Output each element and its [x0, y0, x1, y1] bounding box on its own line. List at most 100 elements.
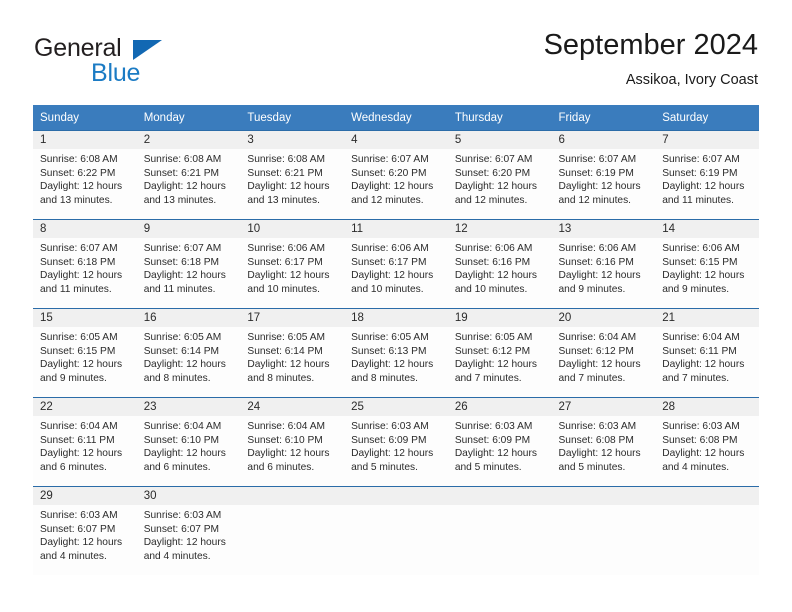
daylight-text-line2: and 11 minutes. [40, 283, 112, 295]
day-cell[interactable]: 13 Sunrise: 6:06 AM Sunset: 6:16 PM Dayligh… [551, 219, 656, 309]
day-cell[interactable]: 20 Sunrise: 6:04 AM Sunset: 6:12 PM Dayligh… [551, 308, 656, 398]
daylight-text-line2: and 7 minutes. [662, 372, 730, 384]
daylight-text-line2: and 11 minutes. [662, 194, 734, 206]
day-cell[interactable]: 28 Sunrise: 6:03 AM Sunset: 6:08 PM Dayligh… [655, 397, 759, 487]
sunrise-text: Sunrise: 6:05 AM [143, 332, 222, 343]
sunrise-text: Sunrise: 6:03 AM [40, 510, 118, 521]
day-cell[interactable]: 12 Sunrise: 6:06 AM Sunset: 6:16 PM Dayligh… [447, 219, 552, 309]
daylight-text-line2: and 4 minutes. [662, 461, 730, 473]
day-number: 22 [33, 398, 137, 416]
logo-text-blue: Blue [91, 59, 141, 87]
weekday-header-monday: Monday [136, 105, 241, 131]
day-number: 11 [344, 220, 448, 238]
daylight-text-line1: Daylight: 12 hours [143, 181, 226, 193]
day-cell[interactable]: 27 Sunrise: 6:03 AM Sunset: 6:08 PM Dayligh… [551, 397, 656, 487]
daylight-text-line1: Daylight: 12 hours [247, 448, 330, 460]
daylight-text-line1: Daylight: 12 hours [351, 181, 434, 193]
daylight-text-line2: and 5 minutes. [558, 461, 626, 473]
day-number: 29 [33, 487, 137, 505]
day-cell[interactable]: 3 Sunrise: 6:08 AM Sunset: 6:21 PM Daylight… [240, 130, 345, 220]
day-number: 5 [447, 131, 552, 149]
daylight-text-line1: Daylight: 12 hours [247, 181, 330, 193]
day-cell[interactable]: 8 Sunrise: 6:07 AM Sunset: 6:18 PM Daylight… [33, 219, 137, 309]
day-number: 17 [240, 309, 345, 327]
day-cell[interactable]: 11 Sunrise: 6:06 AM Sunset: 6:17 PM Dayligh… [344, 219, 448, 309]
day-number: 4 [344, 131, 448, 149]
calendar-body: 1 Sunrise: 6:08 AM Sunset: 6:22 PM Daylight… [33, 130, 759, 575]
sunrise-text: Sunrise: 6:04 AM [40, 421, 118, 432]
daylight-text-line1: Daylight: 12 hours [558, 448, 641, 460]
day-cell[interactable]: 29 Sunrise: 6:03 AM Sunset: 6:07 PM Dayligh… [33, 486, 137, 575]
day-cell[interactable]: 25 Sunrise: 6:03 AM Sunset: 6:09 PM Dayligh… [344, 397, 448, 487]
page-subtitle: Assikoa, Ivory Coast [625, 72, 758, 88]
day-cell[interactable]: 18 Sunrise: 6:05 AM Sunset: 6:13 PM Dayligh… [344, 308, 448, 398]
sunrise-text: Sunrise: 6:07 AM [143, 243, 222, 254]
daylight-text-line1: Daylight: 12 hours [454, 359, 537, 371]
daylight-text-line2: and 12 minutes. [454, 194, 528, 206]
daylight-text-line1: Daylight: 12 hours [454, 181, 537, 193]
daylight-text-line1: Daylight: 12 hours [662, 359, 745, 371]
day-cell[interactable]: 17 Sunrise: 6:05 AM Sunset: 6:14 PM Dayligh… [240, 308, 345, 398]
day-cell[interactable]: 5 Sunrise: 6:07 AM Sunset: 6:20 PM Daylight… [447, 130, 552, 220]
day-cell[interactable]: 2 Sunrise: 6:08 AM Sunset: 6:21 PM Daylight… [136, 130, 241, 220]
sunrise-text: Sunrise: 6:06 AM [351, 243, 429, 254]
daylight-text-line1: Daylight: 12 hours [247, 359, 330, 371]
day-number: 1 [33, 131, 137, 149]
day-cell[interactable]: 23 Sunrise: 6:04 AM Sunset: 6:10 PM Dayligh… [136, 397, 241, 487]
day-cell[interactable]: 21 Sunrise: 6:04 AM Sunset: 6:11 PM Dayligh… [655, 308, 759, 398]
daylight-text-line1: Daylight: 12 hours [40, 270, 123, 282]
day-cell[interactable]: 19 Sunrise: 6:05 AM Sunset: 6:12 PM Dayligh… [447, 308, 552, 398]
day-cell[interactable]: 26 Sunrise: 6:03 AM Sunset: 6:09 PM Dayligh… [447, 397, 552, 487]
daylight-text-line1: Daylight: 12 hours [143, 270, 226, 282]
sunset-text: Sunset: 6:10 PM [143, 434, 220, 446]
day-number [344, 487, 448, 505]
sunrise-text: Sunrise: 6:06 AM [558, 243, 637, 254]
day-cell[interactable]: 14 Sunrise: 6:06 AM Sunset: 6:15 PM Dayligh… [655, 219, 759, 309]
day-cell[interactable]: 4 Sunrise: 6:07 AM Sunset: 6:20 PM Daylight… [344, 130, 448, 220]
day-number: 30 [136, 487, 241, 505]
sunset-text: Sunset: 6:22 PM [40, 167, 116, 179]
sunset-text: Sunset: 6:12 PM [558, 345, 634, 357]
day-number: 7 [655, 131, 759, 149]
daylight-text-line1: Daylight: 12 hours [454, 448, 537, 460]
day-cell[interactable]: 22 Sunrise: 6:04 AM Sunset: 6:11 PM Dayligh… [33, 397, 137, 487]
weekday-header-wednesday: Wednesday [344, 105, 448, 131]
daylight-text-line2: and 13 minutes. [247, 194, 320, 206]
day-number: 13 [551, 220, 656, 238]
triangle-icon [133, 40, 162, 60]
daylight-text-line1: Daylight: 12 hours [143, 537, 226, 549]
day-cell[interactable]: 7 Sunrise: 6:07 AM Sunset: 6:19 PM Daylight… [655, 130, 759, 220]
daylight-text-line1: Daylight: 12 hours [558, 181, 641, 193]
day-number: 14 [655, 220, 759, 238]
day-cell[interactable]: 24 Sunrise: 6:04 AM Sunset: 6:10 PM Dayligh… [240, 397, 345, 487]
day-cell[interactable]: 1 Sunrise: 6:08 AM Sunset: 6:22 PM Daylight… [33, 130, 137, 220]
sunrise-text: Sunrise: 6:04 AM [558, 332, 637, 343]
sunrise-text: Sunrise: 6:04 AM [662, 332, 740, 343]
day-cell[interactable]: 15 Sunrise: 6:05 AM Sunset: 6:15 PM Dayligh… [33, 308, 137, 398]
day-cell[interactable]: 10 Sunrise: 6:06 AM Sunset: 6:17 PM Dayligh… [240, 219, 345, 309]
sunrise-text: Sunrise: 6:06 AM [247, 243, 325, 254]
weekday-header-tuesday: Tuesday [240, 105, 345, 131]
day-cell[interactable]: 30 Sunrise: 6:03 AM Sunset: 6:07 PM Dayligh… [136, 486, 241, 575]
day-cell-empty [447, 486, 552, 575]
day-cell[interactable]: 16 Sunrise: 6:05 AM Sunset: 6:14 PM Dayligh… [136, 308, 241, 398]
sunrise-text: Sunrise: 6:06 AM [454, 243, 533, 254]
day-number: 12 [447, 220, 552, 238]
day-number: 16 [136, 309, 241, 327]
daylight-text-line1: Daylight: 12 hours [662, 270, 745, 282]
weekday-header-saturday: Saturday [655, 105, 759, 131]
calendar-page: General Blue September 2024 Assikoa, Ivo… [0, 0, 792, 612]
daylight-text-line2: and 8 minutes. [143, 372, 211, 384]
sunset-text: Sunset: 6:07 PM [143, 523, 220, 535]
daylight-text-line2: and 10 minutes. [247, 283, 320, 295]
sunrise-text: Sunrise: 6:07 AM [558, 154, 637, 165]
day-cell[interactable]: 6 Sunrise: 6:07 AM Sunset: 6:19 PM Daylight… [551, 130, 656, 220]
daylight-text-line2: and 12 minutes. [558, 194, 632, 206]
general-blue-logo[interactable]: General Blue [34, 34, 244, 87]
daylight-text-line2: and 4 minutes. [40, 550, 107, 562]
sunrise-text: Sunrise: 6:05 AM [40, 332, 118, 343]
sunset-text: Sunset: 6:07 PM [40, 523, 116, 535]
daylight-text-line1: Daylight: 12 hours [662, 181, 745, 193]
day-cell[interactable]: 9 Sunrise: 6:07 AM Sunset: 6:18 PM Daylight… [136, 219, 241, 309]
daylight-text-line1: Daylight: 12 hours [143, 448, 226, 460]
